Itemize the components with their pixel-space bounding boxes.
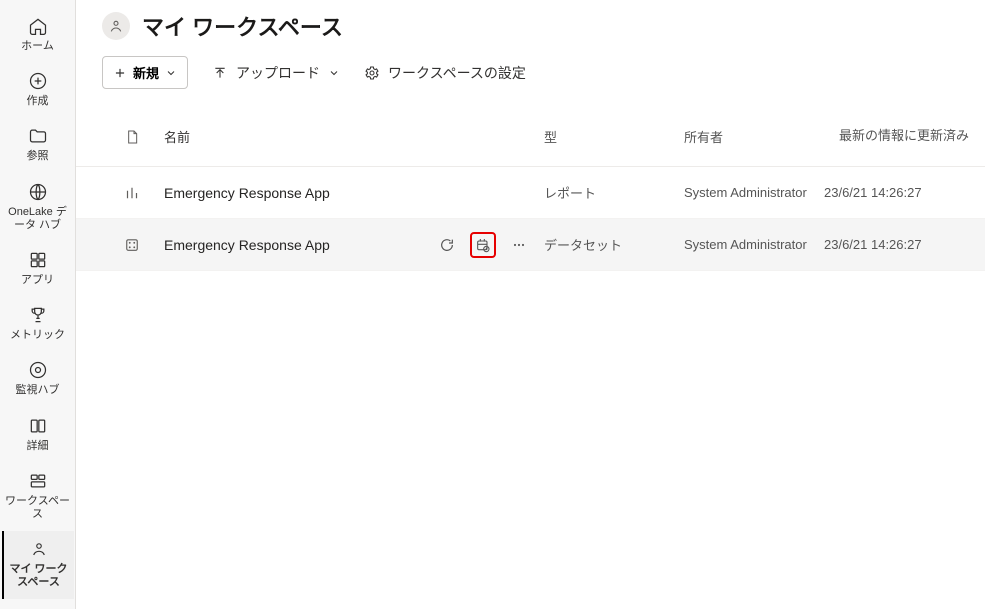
item-owner: System Administrator xyxy=(684,185,824,200)
table-row[interactable]: Emergency Response App レポート System Admin… xyxy=(76,167,985,219)
column-header-name[interactable]: 名前 xyxy=(164,127,544,146)
sidebar-item-metrics[interactable]: メトリック xyxy=(2,297,74,352)
column-header-icon[interactable] xyxy=(100,128,164,146)
sidebar-item-label: OneLake データ ハブ xyxy=(4,206,72,232)
dataset-icon xyxy=(100,236,164,254)
folder-icon xyxy=(28,126,48,146)
sidebar: ホーム 作成 参照 OneLake データ ハブ アプリ xyxy=(0,0,76,609)
page-title: マイ ワークスペース xyxy=(142,10,343,42)
column-header-type[interactable]: 型 xyxy=(544,127,684,146)
sidebar-item-onelake[interactable]: OneLake データ ハブ xyxy=(2,174,74,242)
sidebar-item-label: 作成 xyxy=(27,95,49,108)
workspace-avatar-icon xyxy=(102,12,130,40)
item-type: レポート xyxy=(544,183,684,202)
sidebar-item-create[interactable]: 作成 xyxy=(2,63,74,118)
workspaces-icon xyxy=(28,471,48,491)
apps-icon xyxy=(28,250,48,270)
sidebar-item-label: アプリ xyxy=(21,274,54,287)
plus-icon xyxy=(113,66,127,80)
sidebar-item-my-workspace[interactable]: マイ ワークスペース xyxy=(2,531,74,599)
eye-icon xyxy=(28,360,48,380)
report-icon xyxy=(100,184,164,202)
sidebar-item-label: マイ ワークスペース xyxy=(6,563,72,589)
workspace-settings-label: ワークスペースの設定 xyxy=(388,63,526,83)
schedule-refresh-button[interactable] xyxy=(470,232,496,258)
chevron-down-icon xyxy=(165,67,177,79)
toolbar: 新規 アップロード ワークスペースの設定 xyxy=(76,42,985,107)
page-header: マイ ワークスペース xyxy=(76,10,985,42)
sidebar-item-label: メトリック xyxy=(10,329,65,342)
globe-icon xyxy=(28,182,48,202)
item-type: データセット xyxy=(544,235,684,254)
upload-button[interactable]: アップロード xyxy=(212,63,340,83)
item-refreshed: 23/6/21 14:26:27 xyxy=(824,185,984,200)
upload-icon xyxy=(212,65,228,81)
sidebar-item-label: 監視ハブ xyxy=(16,384,60,397)
sidebar-item-browse[interactable]: 参照 xyxy=(2,118,74,173)
item-refreshed: 23/6/21 14:26:27 xyxy=(824,237,984,252)
plus-circle-icon xyxy=(28,71,48,91)
row-actions xyxy=(434,232,532,258)
home-icon xyxy=(28,16,48,36)
workspace-settings-button[interactable]: ワークスペースの設定 xyxy=(364,63,526,83)
content-table: 名前 型 所有者 最新の情報に更新済み Emergency Response A… xyxy=(76,107,985,271)
item-name[interactable]: Emergency Response App xyxy=(164,185,330,201)
panels-icon xyxy=(28,416,48,436)
sidebar-item-more[interactable]: 詳細 xyxy=(2,408,74,463)
table-header: 名前 型 所有者 最新の情報に更新済み xyxy=(76,107,985,167)
new-button[interactable]: 新規 xyxy=(102,56,188,89)
sidebar-item-monitor[interactable]: 監視ハブ xyxy=(2,352,74,407)
sidebar-item-label: 参照 xyxy=(27,150,49,163)
sidebar-item-label: ワークスペース xyxy=(4,495,72,521)
upload-label: アップロード xyxy=(236,63,320,83)
main-content: マイ ワークスペース 新規 アップロード xyxy=(76,0,985,609)
new-button-label: 新規 xyxy=(133,63,159,82)
chevron-down-icon xyxy=(328,67,340,79)
trophy-icon xyxy=(28,305,48,325)
column-header-refreshed[interactable]: 最新の情報に更新済み xyxy=(824,128,984,144)
column-header-owner[interactable]: 所有者 xyxy=(684,127,824,146)
refresh-now-button[interactable] xyxy=(434,232,460,258)
person-icon xyxy=(29,539,49,559)
table-row[interactable]: Emergency Response App データセット xyxy=(76,219,985,271)
item-name[interactable]: Emergency Response App xyxy=(164,237,330,253)
sidebar-item-label: 詳細 xyxy=(27,440,49,453)
sidebar-item-apps[interactable]: アプリ xyxy=(2,242,74,297)
sidebar-item-workspaces[interactable]: ワークスペース xyxy=(2,463,74,531)
item-owner: System Administrator xyxy=(684,237,824,252)
sidebar-item-label: ホーム xyxy=(21,40,54,53)
sidebar-item-home[interactable]: ホーム xyxy=(2,8,74,63)
more-options-button[interactable] xyxy=(506,232,532,258)
gear-icon xyxy=(364,65,380,81)
